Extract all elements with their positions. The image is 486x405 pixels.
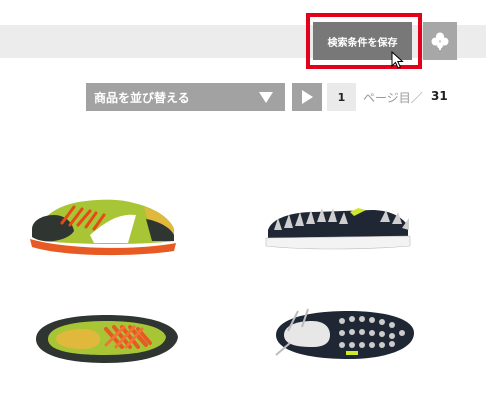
clover-button[interactable]: [423, 22, 457, 60]
total-pages: 31: [431, 89, 448, 103]
triangle-down-icon: [259, 92, 273, 103]
product-image-studded-slip-on[interactable]: [262, 200, 414, 255]
toolbar-bar: [0, 25, 486, 58]
product-image-studded-slip-on-top[interactable]: [268, 303, 420, 365]
save-search-label: 検索条件を保存: [327, 37, 398, 49]
current-page-value: 1: [337, 90, 346, 104]
sort-label: 商品を並び替える: [94, 90, 190, 105]
current-page-input[interactable]: 1: [327, 83, 356, 111]
product-image-green-sneaker-top[interactable]: [26, 305, 184, 370]
next-page-button[interactable]: [292, 83, 322, 111]
clover-icon: [431, 32, 449, 50]
triangle-right-icon: [301, 90, 313, 104]
mouse-cursor-icon: [391, 51, 404, 69]
page-label: ページ目／: [363, 91, 423, 105]
product-image-green-sneaker[interactable]: [24, 185, 180, 260]
sort-dropdown[interactable]: 商品を並び替える: [86, 83, 285, 111]
